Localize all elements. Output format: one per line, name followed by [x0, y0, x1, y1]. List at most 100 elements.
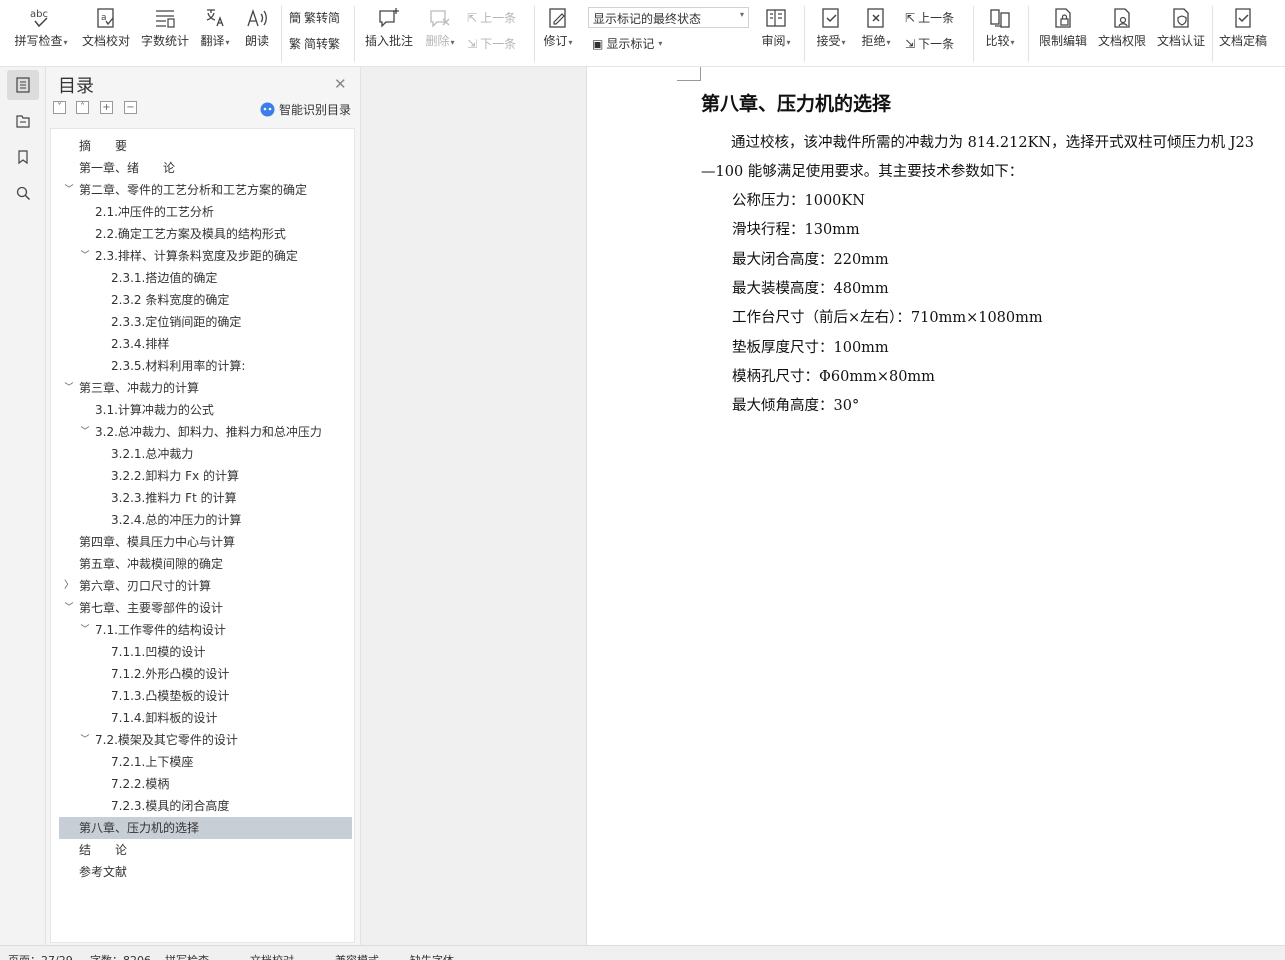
translate-icon [206, 9, 224, 27]
doc-proof-status[interactable]: 文档校对 [250, 952, 294, 960]
doc-finalize-button[interactable]: 文档定稿 [1216, 6, 1270, 49]
search-panel-button[interactable] [7, 178, 39, 208]
toc-item[interactable]: 7.1.1.凹模的设计 [111, 641, 205, 663]
toc-item[interactable]: 7.2.3.模具的闭合高度 [111, 795, 229, 817]
review-pane-button[interactable]: 审阅▾ [758, 6, 794, 49]
page-indicator[interactable]: 页面：27/29 [8, 952, 73, 960]
toc-item[interactable]: 7.1.4.卸料板的设计 [111, 707, 217, 729]
prev-comment-button[interactable]: ⇱ 上一条 [467, 9, 516, 26]
toc-item[interactable]: 2.2.确定工艺方案及模具的结构形式 [95, 223, 286, 245]
toc-item-label: 2.3.5.材料利用率的计算: [111, 359, 246, 373]
chevron-down-icon[interactable]: ﹀ [63, 377, 75, 399]
toc-item[interactable]: ﹀ 3.2.总冲裁力、卸料力、推料力和总冲压力 [80, 421, 321, 443]
accept-button[interactable]: 接受▾ [812, 6, 850, 49]
simp-to-trad-button[interactable]: 繁简转繁 [289, 35, 340, 52]
chevron-down-icon[interactable]: ﹀ [79, 245, 91, 267]
trad-to-simp-button[interactable]: 簡繁转简 [289, 9, 340, 26]
toc-item[interactable]: 2.3.2 条料宽度的确定 [111, 289, 229, 311]
chapter-icon [16, 115, 30, 128]
chevron-down-icon[interactable]: ﹀ [63, 179, 75, 201]
toc-item[interactable]: 第八章、压力机的选择 [79, 817, 199, 839]
toc-item[interactable]: ﹀ 2.3.排样、计算条料宽度及步距的确定 [80, 245, 297, 267]
reject-button[interactable]: 拒绝▾ [857, 6, 895, 49]
collapse-all-icon[interactable]: ˅ [53, 101, 66, 114]
spell-check-icon: abc [30, 9, 48, 28]
delete-comment-button[interactable]: 删除▾ [422, 6, 458, 49]
toc-item[interactable]: 2.3.3.定位销间距的确定 [111, 311, 241, 333]
close-icon[interactable]: ✕ [334, 75, 347, 93]
toc-panel: 目录 ✕ ˅ ˄ + − 智能识别目录 摘 要第一章、绪 论 ﹀ 第二章、零件的工艺… [46, 67, 361, 945]
next-comment-icon: ⇲ [467, 36, 478, 51]
toc-item[interactable]: ﹀ 7.2.模架及其它零件的设计 [80, 729, 237, 751]
toc-item-label: 3.2.3.推料力 Ft 的计算 [111, 491, 237, 505]
toc-item[interactable]: 2.3.1.搭边值的确定 [111, 267, 217, 289]
remove-heading-icon[interactable]: − [124, 101, 137, 114]
toc-item-label: 2.3.3.定位销间距的确定 [111, 315, 242, 329]
toc-item[interactable]: 3.1.计算冲裁力的公式 [95, 399, 214, 421]
spell-check-status[interactable]: 拼写检查 [165, 952, 209, 960]
toc-item[interactable]: 参考文献 [79, 861, 127, 883]
toc-item[interactable]: 第五章、冲裁模间隙的确定 [79, 553, 223, 575]
chapter-panel-button[interactable] [7, 106, 39, 136]
toc-item[interactable]: ﹀ 第三章、冲裁力的计算 [64, 377, 199, 399]
next-change-button[interactable]: ⇲ 下一条 [905, 35, 954, 52]
paragraph-line: 通过校核，该冲裁件所需的冲裁力为 814.212KN，选择开式双柱可倾压力机 J… [731, 135, 1254, 151]
compat-mode-status: 兼容模式 [335, 952, 379, 960]
side-icon-rail [0, 67, 46, 945]
toc-item-label: 2.2.确定工艺方案及模具的结构形式 [95, 227, 286, 241]
compare-button[interactable]: 比较▾ [981, 6, 1019, 49]
bookmark-panel-button[interactable] [7, 142, 39, 172]
toc-item[interactable]: 2.1.冲压件的工艺分析 [95, 201, 214, 223]
word-count-indicator[interactable]: 字数：8206 [90, 952, 151, 960]
chevron-down-icon[interactable]: ﹀ [79, 729, 91, 751]
toc-item[interactable]: 7.1.3.凸模垫板的设计 [111, 685, 229, 707]
toc-item[interactable]: 7.2.1.上下模座 [111, 751, 193, 773]
chevron-down-icon[interactable]: ﹀ [79, 619, 91, 641]
toc-item[interactable]: 2.3.4.排样 [111, 333, 169, 355]
toc-item[interactable]: 第一章、绪 论 [79, 157, 175, 179]
chevron-down-icon[interactable]: ﹀ [63, 597, 75, 619]
toc-item[interactable]: 7.1.2.外形凸模的设计 [111, 663, 229, 685]
separator [1212, 6, 1213, 62]
toc-item[interactable]: 第四章、模具压力中心与计算 [79, 531, 235, 553]
next-comment-button[interactable]: ⇲ 下一条 [467, 35, 516, 52]
markup-state-select[interactable]: 显示标记的最终状态 ▾ [588, 7, 749, 28]
toc-item[interactable]: ﹀ 第二章、零件的工艺分析和工艺方案的确定 [64, 179, 307, 201]
toc-item-label: 参考文献 [79, 865, 128, 879]
translate-button[interactable]: 翻译▾ [197, 6, 233, 49]
add-heading-icon[interactable]: + [100, 101, 113, 114]
smart-toc-button[interactable]: 智能识别目录 [260, 101, 351, 118]
toc-item[interactable]: 7.2.2.模柄 [111, 773, 169, 795]
toc-item[interactable]: 2.3.5.材料利用率的计算: [111, 355, 245, 377]
show-markup-button[interactable]: ▣ 显示标记 ▾ [592, 35, 662, 52]
document-page[interactable]: 第八章、压力机的选择 通过校核，该冲裁件所需的冲裁力为 814.212KN，选择… [586, 67, 1285, 945]
toc-item[interactable]: 3.2.3.推料力 Ft 的计算 [111, 487, 237, 509]
read-aloud-button[interactable]: 朗读 [242, 6, 272, 49]
insert-comment-button[interactable]: 插入批注 [362, 6, 416, 49]
doc-proof-button[interactable]: a 文档校对 [80, 6, 132, 49]
accept-icon [822, 8, 839, 28]
toc-item[interactable]: ﹀ 第七章、主要零部件的设计 [64, 597, 224, 619]
missing-font-status[interactable]: 缺失字体 [410, 952, 454, 960]
toc-item[interactable]: 3.2.1.总冲裁力 [111, 443, 193, 465]
toc-item[interactable]: 3.2.2.卸料力 Fx 的计算 [111, 465, 239, 487]
expand-up-icon[interactable]: ˄ [76, 101, 89, 114]
doc-permission-button[interactable]: 文档权限 [1095, 6, 1149, 49]
toc-item[interactable]: 〉第六章、刃口尺寸的计算 [64, 575, 211, 597]
toc-item[interactable]: 3.2.4.总的冲压力的计算 [111, 509, 241, 531]
track-changes-button[interactable]: 修订▾ [540, 6, 576, 49]
toc-item[interactable]: ﹀ 7.1.工作零件的结构设计 [80, 619, 225, 641]
chevron-right-icon[interactable]: 〉 [63, 575, 75, 597]
toc-item[interactable]: 结 论 [79, 839, 127, 861]
word-count-button[interactable]: 字数统计 [139, 6, 191, 49]
doc-cert-button[interactable]: 文档认证 [1154, 6, 1208, 49]
prev-change-button[interactable]: ⇱ 上一条 [905, 9, 954, 26]
restrict-edit-button[interactable]: 限制编辑 [1036, 6, 1090, 49]
separator [281, 6, 282, 62]
toc-panel-button[interactable] [7, 70, 39, 100]
doc-proof-icon: a [97, 8, 114, 28]
spell-check-button[interactable]: abc 拼写检查▾ [12, 6, 70, 49]
chevron-down-icon[interactable]: ﹀ [79, 421, 91, 443]
toc-item[interactable]: 摘 要 [79, 135, 127, 157]
toc-item-label: 第七章、主要零部件的设计 [79, 601, 224, 615]
